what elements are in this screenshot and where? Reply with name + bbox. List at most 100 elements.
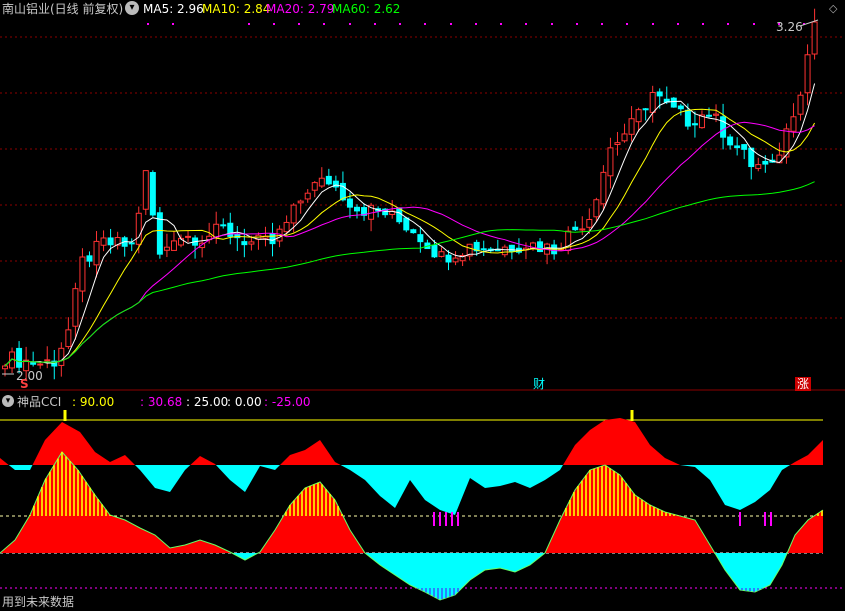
candle-body (572, 226, 579, 231)
candle-body (684, 109, 691, 127)
candle-body (354, 206, 360, 212)
candle-body (325, 175, 332, 185)
candle-body (163, 246, 170, 251)
indicator-value-5: : -25.00 (264, 395, 311, 409)
candle-body (607, 147, 614, 177)
grid-lines (0, 23, 845, 589)
candle-body (30, 362, 37, 365)
top-dot (147, 23, 149, 25)
event-marker-s[interactable]: S (20, 377, 29, 391)
candle-body (600, 171, 607, 205)
cci-indicator (0, 410, 824, 601)
candle-body (100, 237, 107, 246)
top-dot (172, 23, 174, 25)
candle-body (93, 240, 100, 266)
moving-average-lines (4, 83, 816, 367)
top-dot (677, 23, 679, 25)
top-dot (248, 23, 250, 25)
candle-body (480, 248, 487, 251)
indicator-settings-icon[interactable]: ▾ (2, 395, 14, 407)
candle-body (501, 246, 508, 256)
candle-body (713, 113, 720, 116)
candle-body (677, 105, 684, 110)
candlesticks (2, 8, 818, 380)
candle-body (185, 235, 192, 238)
candle-body (593, 199, 600, 218)
candle-body (445, 254, 452, 263)
candle-body (762, 160, 769, 165)
indicator-value-3: : 25.00 (186, 395, 229, 409)
candle-body (149, 172, 156, 216)
candle-body (579, 228, 586, 231)
top-dot (601, 23, 603, 25)
top-dot (273, 23, 275, 25)
indicator-value-4: : 0.00 (227, 395, 262, 409)
candle-body (635, 109, 642, 123)
indicator-name: 神品CCI (17, 395, 62, 409)
top-dot (500, 23, 502, 25)
event-marker-finance[interactable]: 财 (533, 377, 545, 391)
candle-body (417, 234, 424, 243)
ma60-line (4, 181, 815, 367)
candle-body (142, 170, 149, 210)
candle-body (586, 218, 593, 228)
candle-body (670, 97, 677, 108)
ma60-label: MA60: 2.62 (332, 2, 401, 16)
ma10-label: MA10: 2.84 (202, 2, 271, 16)
cci-upper-negative-area (0, 465, 823, 515)
candle-body (304, 192, 311, 200)
candle-body (720, 116, 727, 138)
candle-body (804, 54, 811, 94)
indicator-value-1: : 90.00 (72, 395, 115, 409)
candle-body (741, 144, 748, 150)
candle-body (410, 229, 417, 234)
candle-body (734, 145, 741, 149)
event-marker-rise[interactable]: 涨 (795, 377, 812, 391)
top-dot (702, 23, 704, 25)
candle-body (649, 91, 656, 113)
candle-body (128, 242, 135, 245)
candle-body (79, 256, 86, 292)
top-dot (727, 23, 729, 25)
ma5-label: MA5: 2.96 (143, 2, 204, 16)
candle-body (16, 347, 23, 368)
candle-body (72, 288, 79, 327)
candle-body (642, 108, 649, 111)
stock-chart (0, 8, 845, 601)
candle-body (621, 133, 628, 142)
candle-body (656, 91, 663, 97)
candle-body (2, 365, 8, 370)
candle-body (135, 212, 142, 245)
candle-body (318, 177, 325, 187)
candle-body (65, 329, 72, 348)
top-dot (450, 23, 452, 25)
chevron-down-circle-icon[interactable]: ▾ (125, 1, 139, 15)
candle-body (628, 118, 635, 135)
footer-note: 用到未来数据 (2, 595, 75, 609)
candle-body (220, 224, 227, 227)
candle-body (431, 244, 438, 258)
candle-body (248, 241, 255, 245)
candle-body (776, 154, 783, 164)
candle-body (537, 241, 544, 253)
candle-body (37, 363, 44, 366)
candle-body (452, 257, 459, 263)
candle-body (403, 217, 410, 231)
candle-body (297, 200, 304, 204)
top-dot (525, 23, 527, 25)
top-dot (753, 23, 755, 25)
top-dot (652, 23, 654, 25)
diamond-icon[interactable]: ◇ (829, 2, 837, 16)
candle-body (107, 237, 114, 246)
stock-title: 南山铝业(日线 前复权) (2, 2, 124, 16)
candle-body (811, 21, 818, 55)
high-price-marker: 3.26 (776, 20, 803, 34)
top-dot (399, 23, 401, 25)
candle-body (170, 240, 177, 251)
top-dot (576, 23, 578, 25)
candle-body (269, 233, 276, 245)
top-dot (424, 23, 426, 25)
candle-body (797, 94, 804, 115)
candle-body (790, 116, 797, 132)
candle-body (755, 164, 762, 169)
